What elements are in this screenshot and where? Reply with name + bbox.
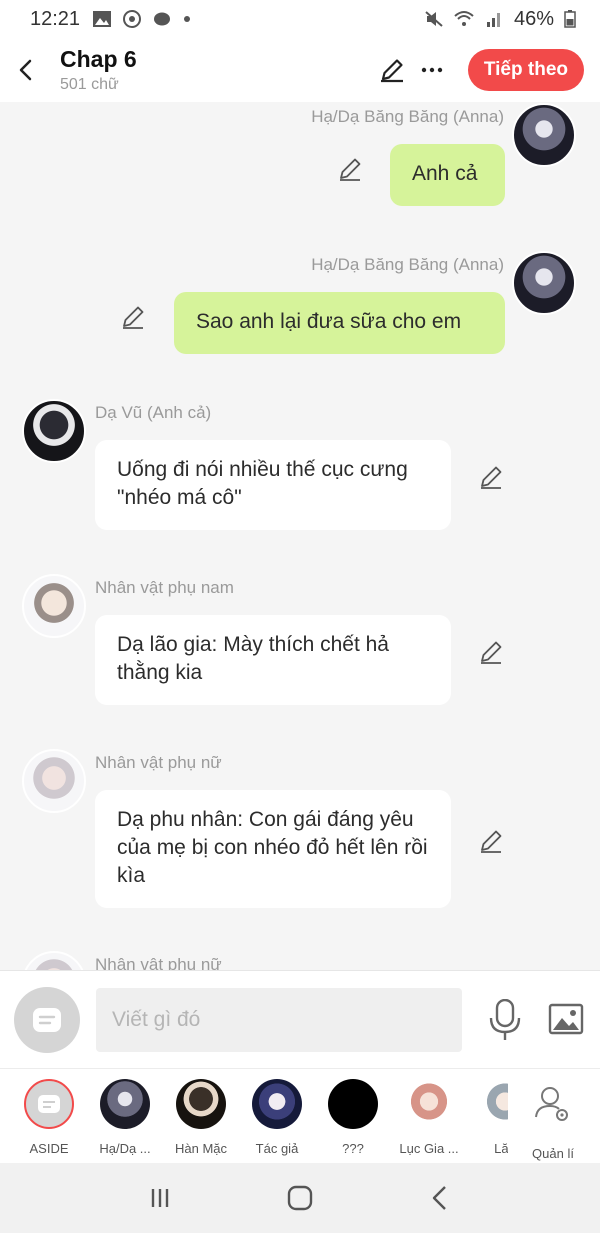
chat-notification-icon — [154, 12, 171, 26]
character-aside[interactable]: ASIDE — [11, 1079, 87, 1156]
avatar — [328, 1079, 378, 1129]
chat-message: Nhân vật phụ nữ Dạ phu nhân: Con gái đán… — [0, 748, 600, 918]
page-title: Chap 6 — [60, 46, 137, 72]
edit-message-icon[interactable] — [120, 304, 146, 330]
battery-icon — [564, 10, 576, 28]
aside-message-icon — [33, 1008, 61, 1032]
avatar-side-male[interactable] — [22, 574, 86, 638]
avatar — [176, 1079, 226, 1129]
home-button[interactable] — [280, 1178, 320, 1218]
message-bubble[interactable]: Dạ lão gia: Mày thích chết hả thằng kia — [95, 615, 451, 705]
chevron-left-icon — [19, 59, 32, 81]
microphone-icon[interactable] — [486, 999, 524, 1041]
character-label: Lục Gia ... — [399, 1141, 459, 1156]
character-label: Lăn — [494, 1141, 508, 1156]
avatar — [480, 1079, 508, 1129]
chat-message: Hạ/Dạ Băng Băng (Anna) Anh cả — [0, 102, 600, 222]
edit-message-icon[interactable] — [478, 639, 504, 665]
character-luc-gia[interactable]: Lục Gia ... — [391, 1079, 467, 1156]
system-back-button[interactable] — [420, 1178, 460, 1218]
character-label: Hạ/Dạ ... — [99, 1141, 151, 1156]
chapter-header: Chap 6 501 chữ Tiếp theo — [0, 38, 600, 102]
character-bar: ASIDE Hạ/Dạ ... Hàn Mặc Tác giả ??? Lục … — [0, 1068, 600, 1163]
chat-message: Nhân vật phụ nữ — [0, 950, 600, 970]
signal-icon — [486, 13, 500, 27]
gallery-notification-icon — [93, 11, 112, 27]
message-input[interactable] — [96, 988, 462, 1052]
system-nav-bar — [0, 1163, 600, 1233]
aside-avatar — [24, 1079, 74, 1129]
next-chapter-button[interactable]: Tiếp theo — [467, 49, 584, 91]
word-count: 501 chữ — [60, 76, 119, 93]
recent-apps-button[interactable] — [140, 1178, 180, 1218]
aside-message-icon — [38, 1095, 60, 1113]
character-label: ??? — [342, 1141, 364, 1156]
battery-percent: 46% — [513, 7, 554, 30]
status-time: 12:21 — [30, 7, 81, 30]
dot-icon — [184, 16, 191, 22]
message-composer — [0, 970, 600, 1068]
edit-message-icon[interactable] — [478, 828, 504, 854]
pencil-icon — [380, 59, 403, 83]
edit-chapter-button[interactable] — [372, 50, 412, 90]
avatar — [100, 1079, 150, 1129]
message-bubble[interactable]: Dạ phu nhân: Con gái đáng yêu của mẹ bị … — [95, 790, 451, 908]
avatar — [252, 1079, 302, 1129]
manage-label: Quản lí — [532, 1146, 574, 1161]
avatar-anna[interactable] — [512, 251, 576, 315]
sender-name: Nhân vật phụ nữ — [95, 753, 222, 772]
message-bubble[interactable]: Uống đi nói nhiều thế cục cưng "nhéo má … — [95, 440, 451, 530]
message-bubble[interactable]: Sao anh lại đưa sữa cho em — [174, 292, 505, 354]
app-notification-icon — [123, 10, 142, 28]
character-list[interactable]: ASIDE Hạ/Dạ ... Hàn Mặc Tác giả ??? Lục … — [0, 1069, 508, 1164]
avatar-side-female[interactable] — [22, 749, 86, 813]
aside-toggle-button[interactable] — [14, 987, 80, 1053]
avatar-side-female[interactable] — [22, 951, 86, 970]
character-label: Hàn Mặc — [174, 1141, 228, 1156]
chat-message: Nhân vật phụ nam Dạ lão gia: Mày thích c… — [0, 573, 600, 713]
more-options-button[interactable] — [412, 50, 452, 90]
chat-message: Dạ Vũ (Anh cả) Uống đi nói nhiều thế cục… — [0, 398, 600, 538]
character-han-mac[interactable]: Hàn Mặc — [163, 1079, 239, 1156]
image-icon[interactable] — [548, 1001, 584, 1037]
character-unknown[interactable]: ??? — [315, 1079, 391, 1156]
more-dots-icon — [421, 67, 443, 73]
character-label: ASIDE — [29, 1141, 69, 1156]
sender-name: Nhân vật phụ nam — [95, 578, 234, 597]
home-icon — [287, 1185, 313, 1211]
sender-name: Hạ/Dạ Băng Băng (Anna) — [311, 255, 504, 274]
mute-icon — [425, 11, 443, 27]
message-bubble[interactable]: Anh cả — [390, 144, 505, 206]
character-ha-da[interactable]: Hạ/Dạ ... — [87, 1079, 163, 1156]
edit-message-icon[interactable] — [337, 156, 363, 182]
user-settings-icon — [535, 1087, 568, 1121]
chat-message: Hạ/Dạ Băng Băng (Anna) Sao anh lại đưa s… — [0, 250, 600, 370]
manage-characters-button[interactable]: Quản lí — [518, 1079, 588, 1161]
avatar-da-vu[interactable] — [22, 399, 86, 463]
recent-apps-icon — [151, 1189, 169, 1207]
chevron-left-icon — [432, 1186, 446, 1210]
sender-name: Hạ/Dạ Băng Băng (Anna) — [311, 107, 504, 126]
status-bar: 12:21 46% — [0, 0, 600, 38]
back-button[interactable] — [4, 48, 48, 92]
avatar — [404, 1079, 454, 1129]
avatar-anna[interactable] — [512, 103, 576, 167]
edit-message-icon[interactable] — [478, 464, 504, 490]
character-author[interactable]: Tác giả — [239, 1079, 315, 1156]
wifi-icon — [454, 11, 474, 26]
sender-name: Nhân vật phụ nữ — [95, 955, 222, 970]
character-lan[interactable]: Lăn — [467, 1079, 508, 1156]
chat-list[interactable]: Hạ/Dạ Băng Băng (Anna) Anh cả Hạ/Dạ Băng… — [0, 102, 600, 970]
character-label: Tác giả — [255, 1141, 299, 1156]
sender-name: Dạ Vũ (Anh cả) — [95, 403, 212, 422]
